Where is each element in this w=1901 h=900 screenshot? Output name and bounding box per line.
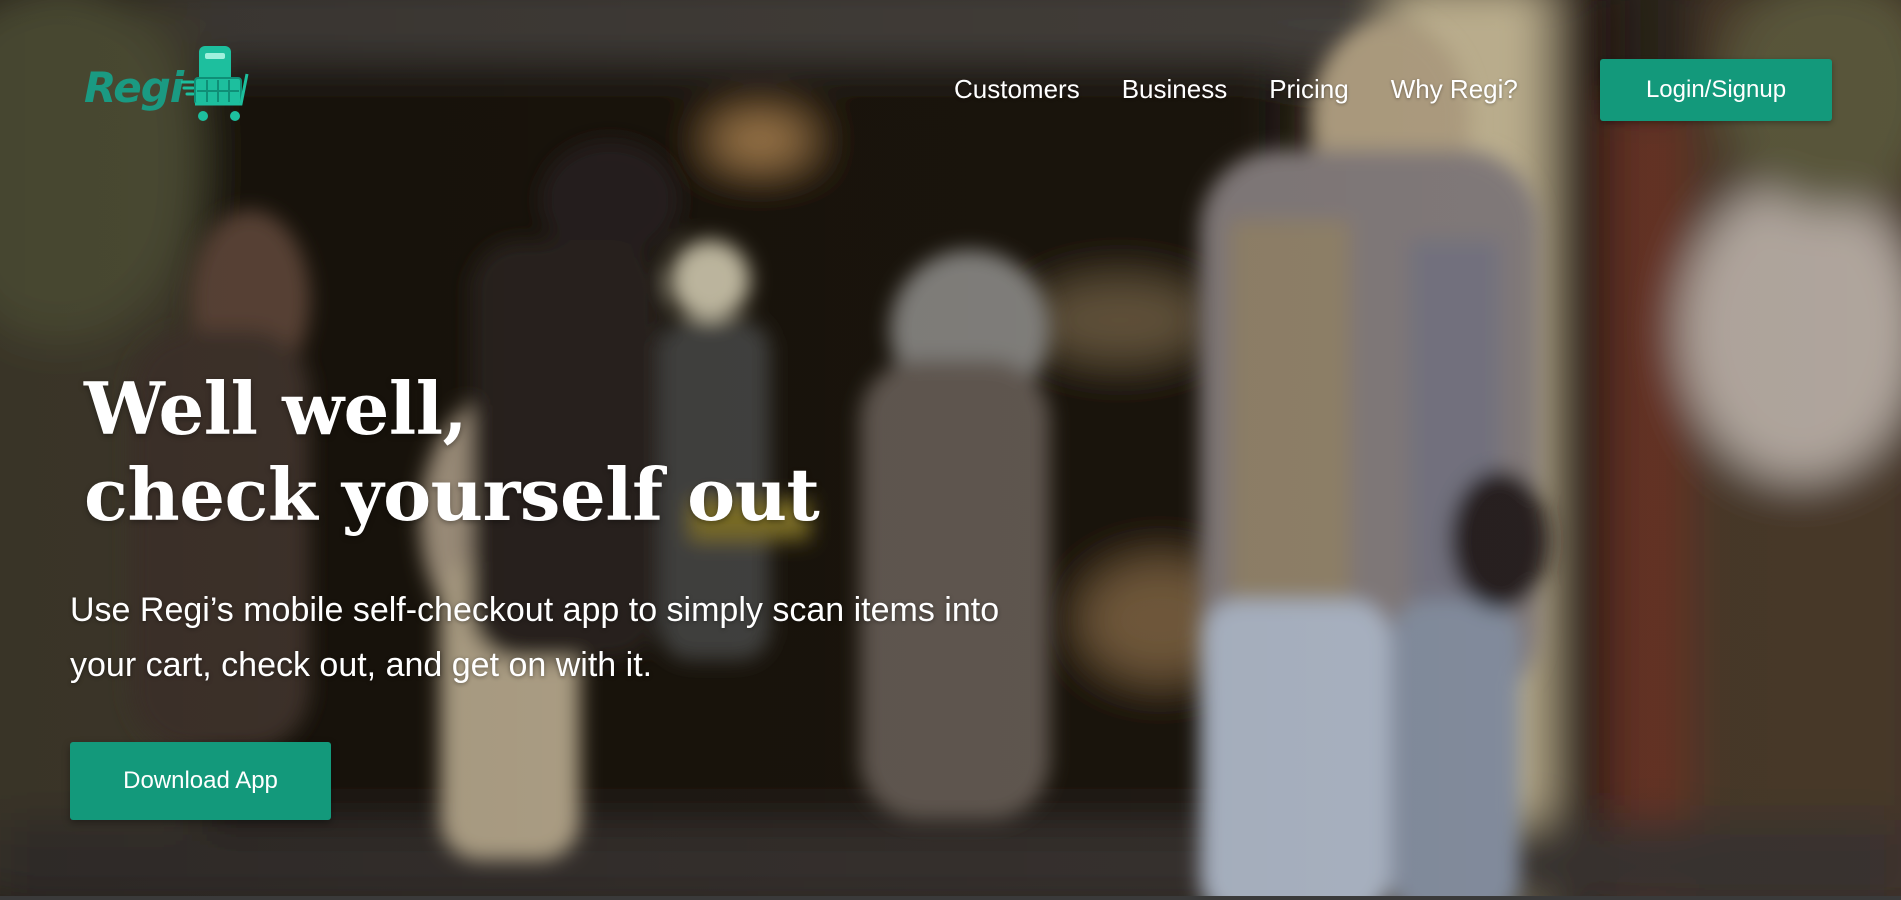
hero-section: Regi Customers Business Pricing Why Regi… <box>0 0 1901 900</box>
hero-subtitle: Use Regi’s mobile self-checkout app to s… <box>70 591 1000 684</box>
nav-pricing[interactable]: Pricing <box>1269 59 1348 119</box>
brand-logo[interactable]: Regi <box>84 44 253 131</box>
main-nav: Customers Business Pricing Why Regi? <box>954 59 1560 119</box>
nav-customers[interactable]: Customers <box>954 59 1080 119</box>
hero-headline-line-1: Well well, <box>84 366 468 451</box>
hero-headline: Well well, check yourself out <box>84 366 820 538</box>
nav-business[interactable]: Business <box>1122 59 1228 119</box>
phone-shopping-cart-icon <box>179 44 253 131</box>
download-app-button[interactable]: Download App <box>70 742 331 820</box>
login-signup-button[interactable]: Login/Signup <box>1600 59 1832 121</box>
hero-headline-line-2: check yourself out <box>84 452 820 537</box>
nav-why-regi[interactable]: Why Regi? <box>1391 59 1518 119</box>
brand-name: Regi <box>84 63 184 112</box>
section-divider <box>0 896 1901 900</box>
